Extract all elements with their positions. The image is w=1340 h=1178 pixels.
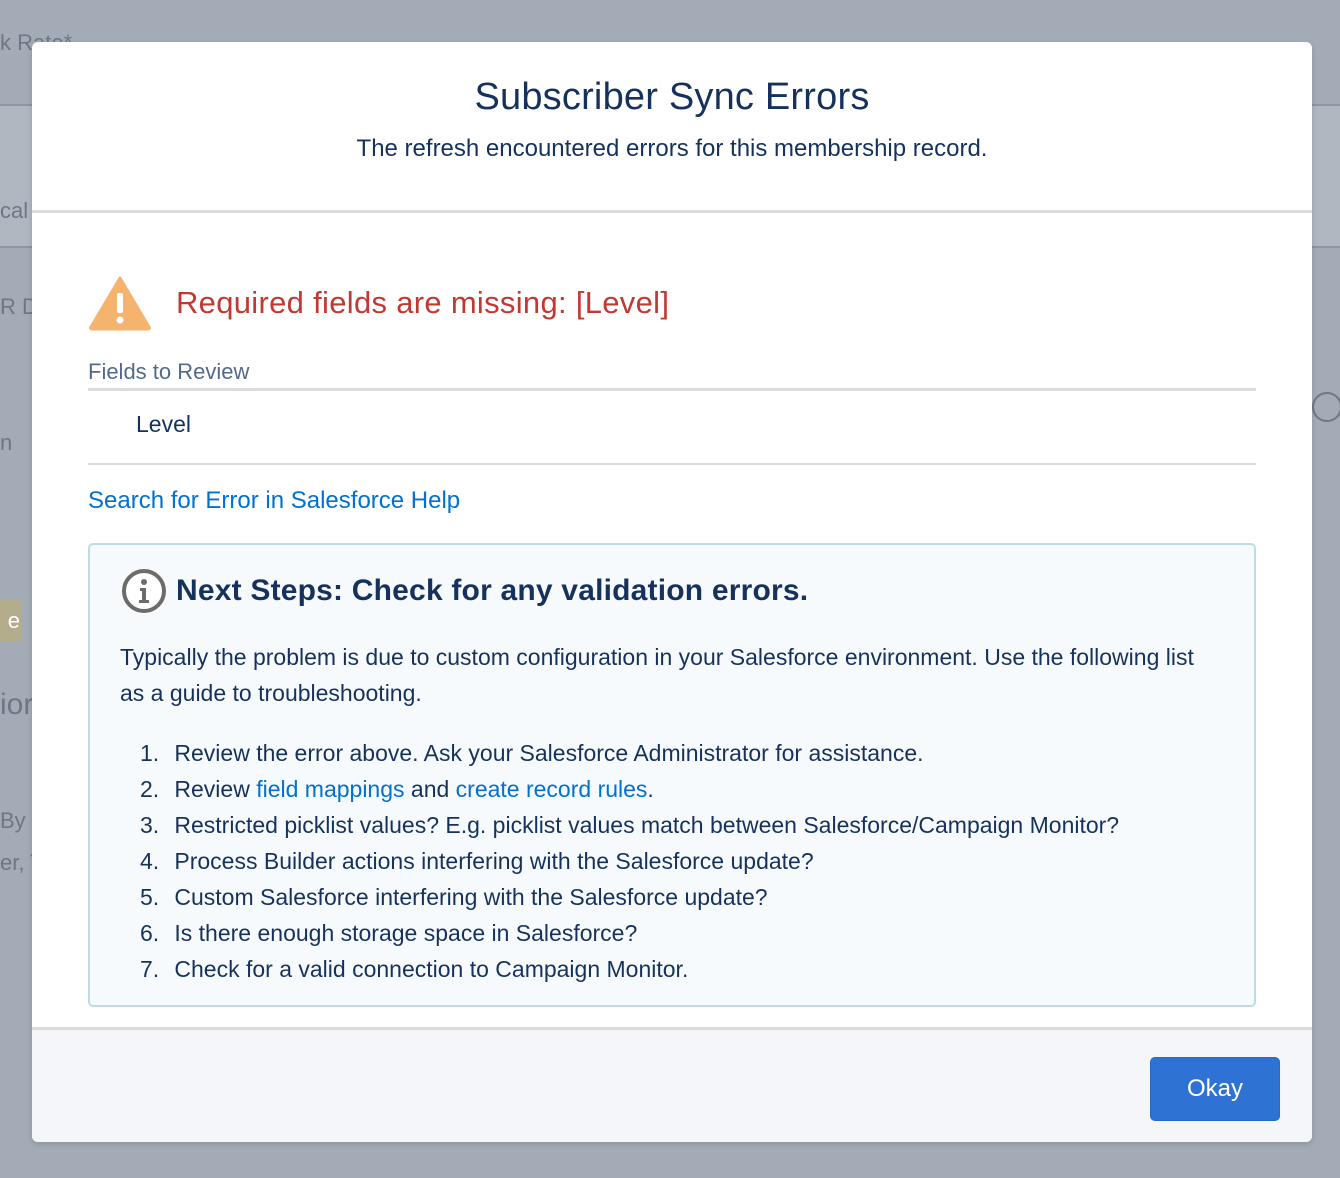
create-record-rules-link[interactable]: create record rules — [456, 776, 648, 802]
error-message: Required fields are missing: [Level] — [176, 285, 670, 320]
background-text-fragment: ior — [0, 688, 34, 721]
sync-errors-modal: Subscriber Sync Errors The refresh encou… — [32, 42, 1312, 1142]
background-text-fragment: By — [0, 808, 26, 833]
step-text: Review — [174, 776, 257, 802]
modal-footer: Okay — [32, 1027, 1312, 1142]
modal-header: Subscriber Sync Errors The refresh encou… — [32, 42, 1312, 213]
okay-button[interactable]: Okay — [1150, 1057, 1280, 1121]
warning-icon — [89, 276, 151, 331]
modal-subtitle: The refresh encountered errors for this … — [356, 135, 988, 162]
list-item: 6. Is there enough storage space in Sale… — [140, 915, 1119, 951]
step-text: . — [647, 776, 654, 802]
step-text: Is there enough storage space in Salesfo… — [174, 920, 638, 946]
list-item: 2. Review field mappings and create reco… — [140, 771, 1119, 807]
step-number: 3. — [140, 812, 160, 838]
background-circle-icon — [1312, 392, 1340, 422]
fields-divider — [88, 463, 1256, 465]
next-steps-description: Typically the problem is due to custom c… — [120, 644, 1194, 706]
next-steps-list: 1. Review the error above. Ask your Sale… — [140, 735, 1119, 987]
background-text-fragment: n — [0, 430, 13, 455]
step-number: 7. — [140, 956, 160, 982]
step-text: and — [404, 776, 456, 802]
step-number: 2. — [140, 776, 160, 802]
list-item: 4. Process Builder actions interfering w… — [140, 843, 1119, 879]
list-item: 5. Custom Salesforce interfering with th… — [140, 879, 1119, 915]
background-text-fragment: cal — [0, 198, 29, 223]
step-text: Process Builder actions interfering with… — [174, 848, 814, 874]
step-number: 1. — [140, 740, 160, 766]
step-number: 5. — [140, 884, 160, 910]
step-text: Check for a valid connection to Campaign… — [174, 956, 689, 982]
fields-to-review-label: Fields to Review — [88, 359, 1256, 391]
modal-body: Required fields are missing: [Level] Fie… — [32, 213, 1312, 1027]
step-text: Custom Salesforce interfering with the S… — [174, 884, 768, 910]
background-badge-text: e — [7, 608, 20, 633]
field-mappings-link[interactable]: field mappings — [256, 776, 404, 802]
step-number: 6. — [140, 920, 160, 946]
modal-title: Subscriber Sync Errors — [474, 76, 870, 118]
next-steps-header: Next Steps: Check for any validation err… — [120, 567, 808, 615]
step-text: Review the error above. Ask your Salesfo… — [174, 740, 924, 766]
list-item: 3. Restricted picklist values? E.g. pick… — [140, 807, 1119, 843]
step-text: Restricted picklist values? E.g. picklis… — [174, 812, 1120, 838]
next-steps-title: Next Steps: Check for any validation err… — [176, 574, 809, 607]
info-icon — [122, 569, 166, 613]
background-badge: e — [0, 600, 22, 642]
next-steps-panel: Next Steps: Check for any validation err… — [88, 543, 1256, 1007]
list-item: 1. Review the error above. Ask your Sale… — [140, 735, 1119, 771]
error-banner: Required fields are missing: [Level] — [88, 273, 669, 333]
salesforce-help-link[interactable]: Search for Error in Salesforce Help — [88, 487, 460, 515]
step-number: 4. — [140, 848, 160, 874]
list-item: 7. Check for a valid connection to Campa… — [140, 951, 1119, 987]
field-item: Level — [136, 411, 191, 437]
